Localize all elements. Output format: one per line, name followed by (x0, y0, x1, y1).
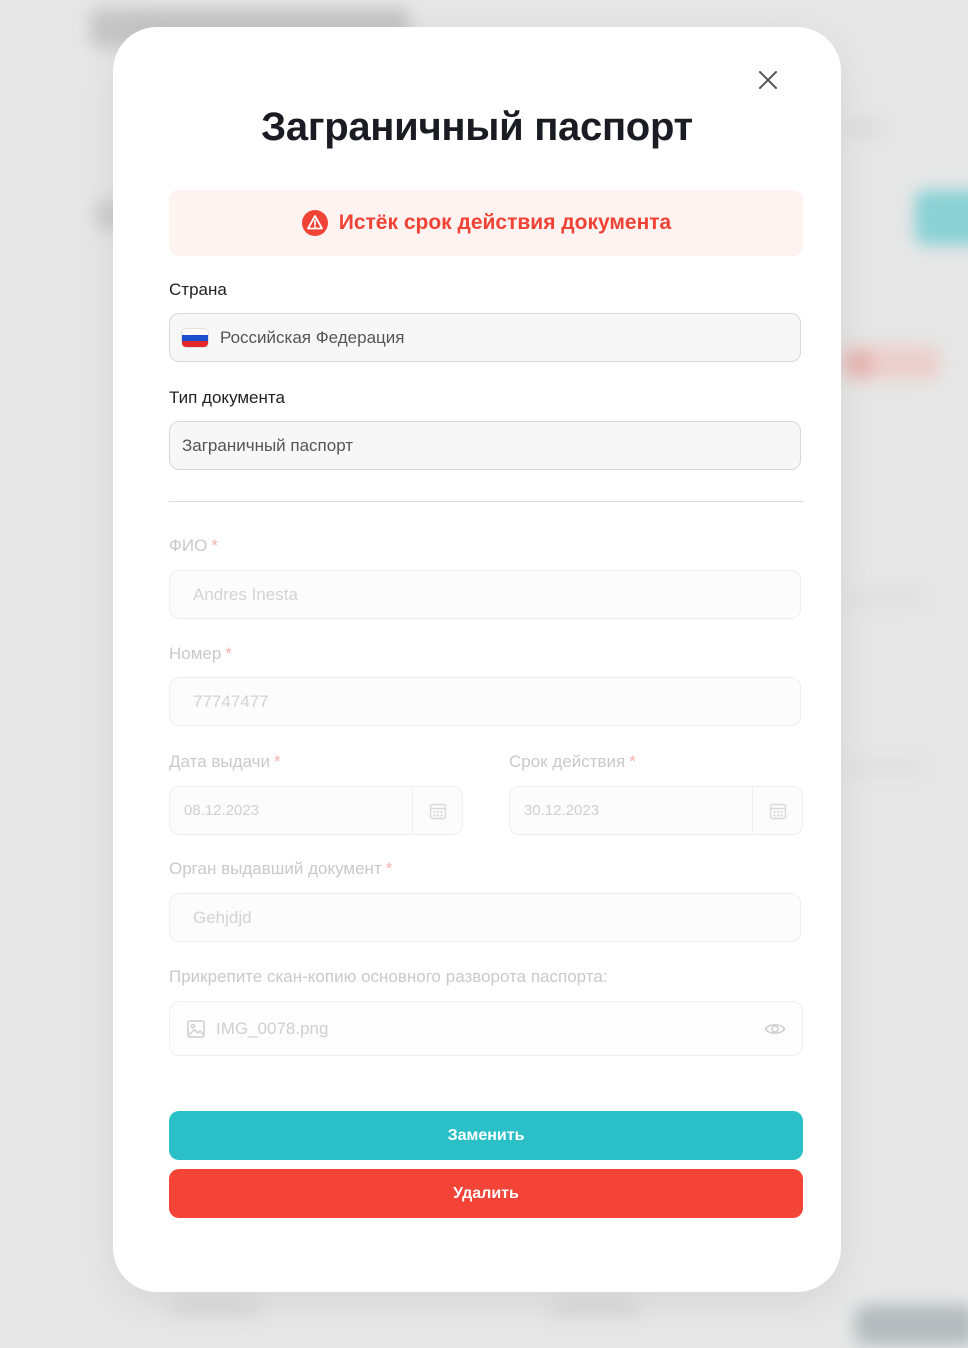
country-select[interactable]: Российская Федерация (169, 313, 801, 362)
required-mark: * (385, 859, 393, 878)
fio-value: Andres Inesta (193, 584, 298, 604)
warning-icon (301, 210, 328, 236)
country-value: Российская Федерация (220, 327, 405, 347)
required-mark: * (273, 752, 281, 771)
scan-label: Прикрепите скан-копию основного разворот… (169, 967, 608, 986)
doc-type-value: Заграничный паспорт (182, 435, 354, 455)
issue-date-value: 08.12.2023 (184, 802, 260, 819)
issue-date-label: Дата выдачи * (169, 752, 281, 772)
issue-date-label-text: Дата выдачи (169, 752, 270, 771)
expiry-date-field[interactable]: 30.12.2023 (509, 786, 803, 835)
passport-modal: Заграничный паспорт Истёк срок действия … (113, 27, 841, 1292)
required-mark: * (225, 644, 232, 663)
number-label: Номер * (169, 644, 232, 664)
required-mark: * (629, 752, 636, 771)
issue-date-calendar-button[interactable] (412, 787, 462, 834)
replace-button[interactable]: Заменить (169, 1111, 803, 1160)
doc-type-label: Тип документа (169, 388, 285, 407)
expired-alert: Истёк срок действия документа (169, 190, 803, 256)
country-label: Страна (169, 280, 227, 299)
close-button[interactable] (753, 65, 783, 95)
russia-flag-icon (182, 328, 208, 347)
expiry-date-label-text: Срок действия (509, 752, 626, 771)
expiry-date-label: Срок действия * (509, 752, 636, 772)
expiry-date-value: 30.12.2023 (524, 802, 600, 819)
fio-label: ФИО * (169, 536, 218, 556)
authority-value: Gehjdjd (193, 907, 252, 927)
number-label-text: Номер (169, 644, 222, 663)
doc-type-select[interactable]: Заграничный паспорт (169, 421, 801, 470)
expiry-date-calendar-button[interactable] (752, 787, 802, 834)
authority-label: Орган выдавший документ * (169, 859, 392, 879)
number-field[interactable]: 77747477 (169, 677, 801, 726)
eye-icon[interactable] (764, 1018, 786, 1040)
fio-label-text: ФИО (169, 536, 208, 555)
delete-button[interactable]: Удалить (169, 1169, 803, 1218)
modal-title: Заграничный паспорт (261, 105, 693, 149)
calendar-icon (769, 803, 786, 819)
calendar-icon (429, 803, 446, 819)
required-mark: * (211, 536, 218, 555)
close-icon (759, 71, 777, 89)
scan-file-field[interactable]: IMG_0078.png (169, 1001, 803, 1056)
authority-field[interactable]: Gehjdjd (169, 893, 801, 942)
number-value: 77747477 (193, 691, 269, 711)
issue-date-field[interactable]: 08.12.2023 (169, 786, 463, 835)
divider (169, 501, 803, 502)
authority-label-text: Орган выдавший документ (169, 859, 382, 878)
scan-file-name: IMG_0078.png (216, 1018, 329, 1038)
fio-field[interactable]: Andres Inesta (169, 570, 801, 619)
image-icon (187, 1019, 205, 1038)
alert-text: Истёк срок действия документа (338, 211, 672, 234)
